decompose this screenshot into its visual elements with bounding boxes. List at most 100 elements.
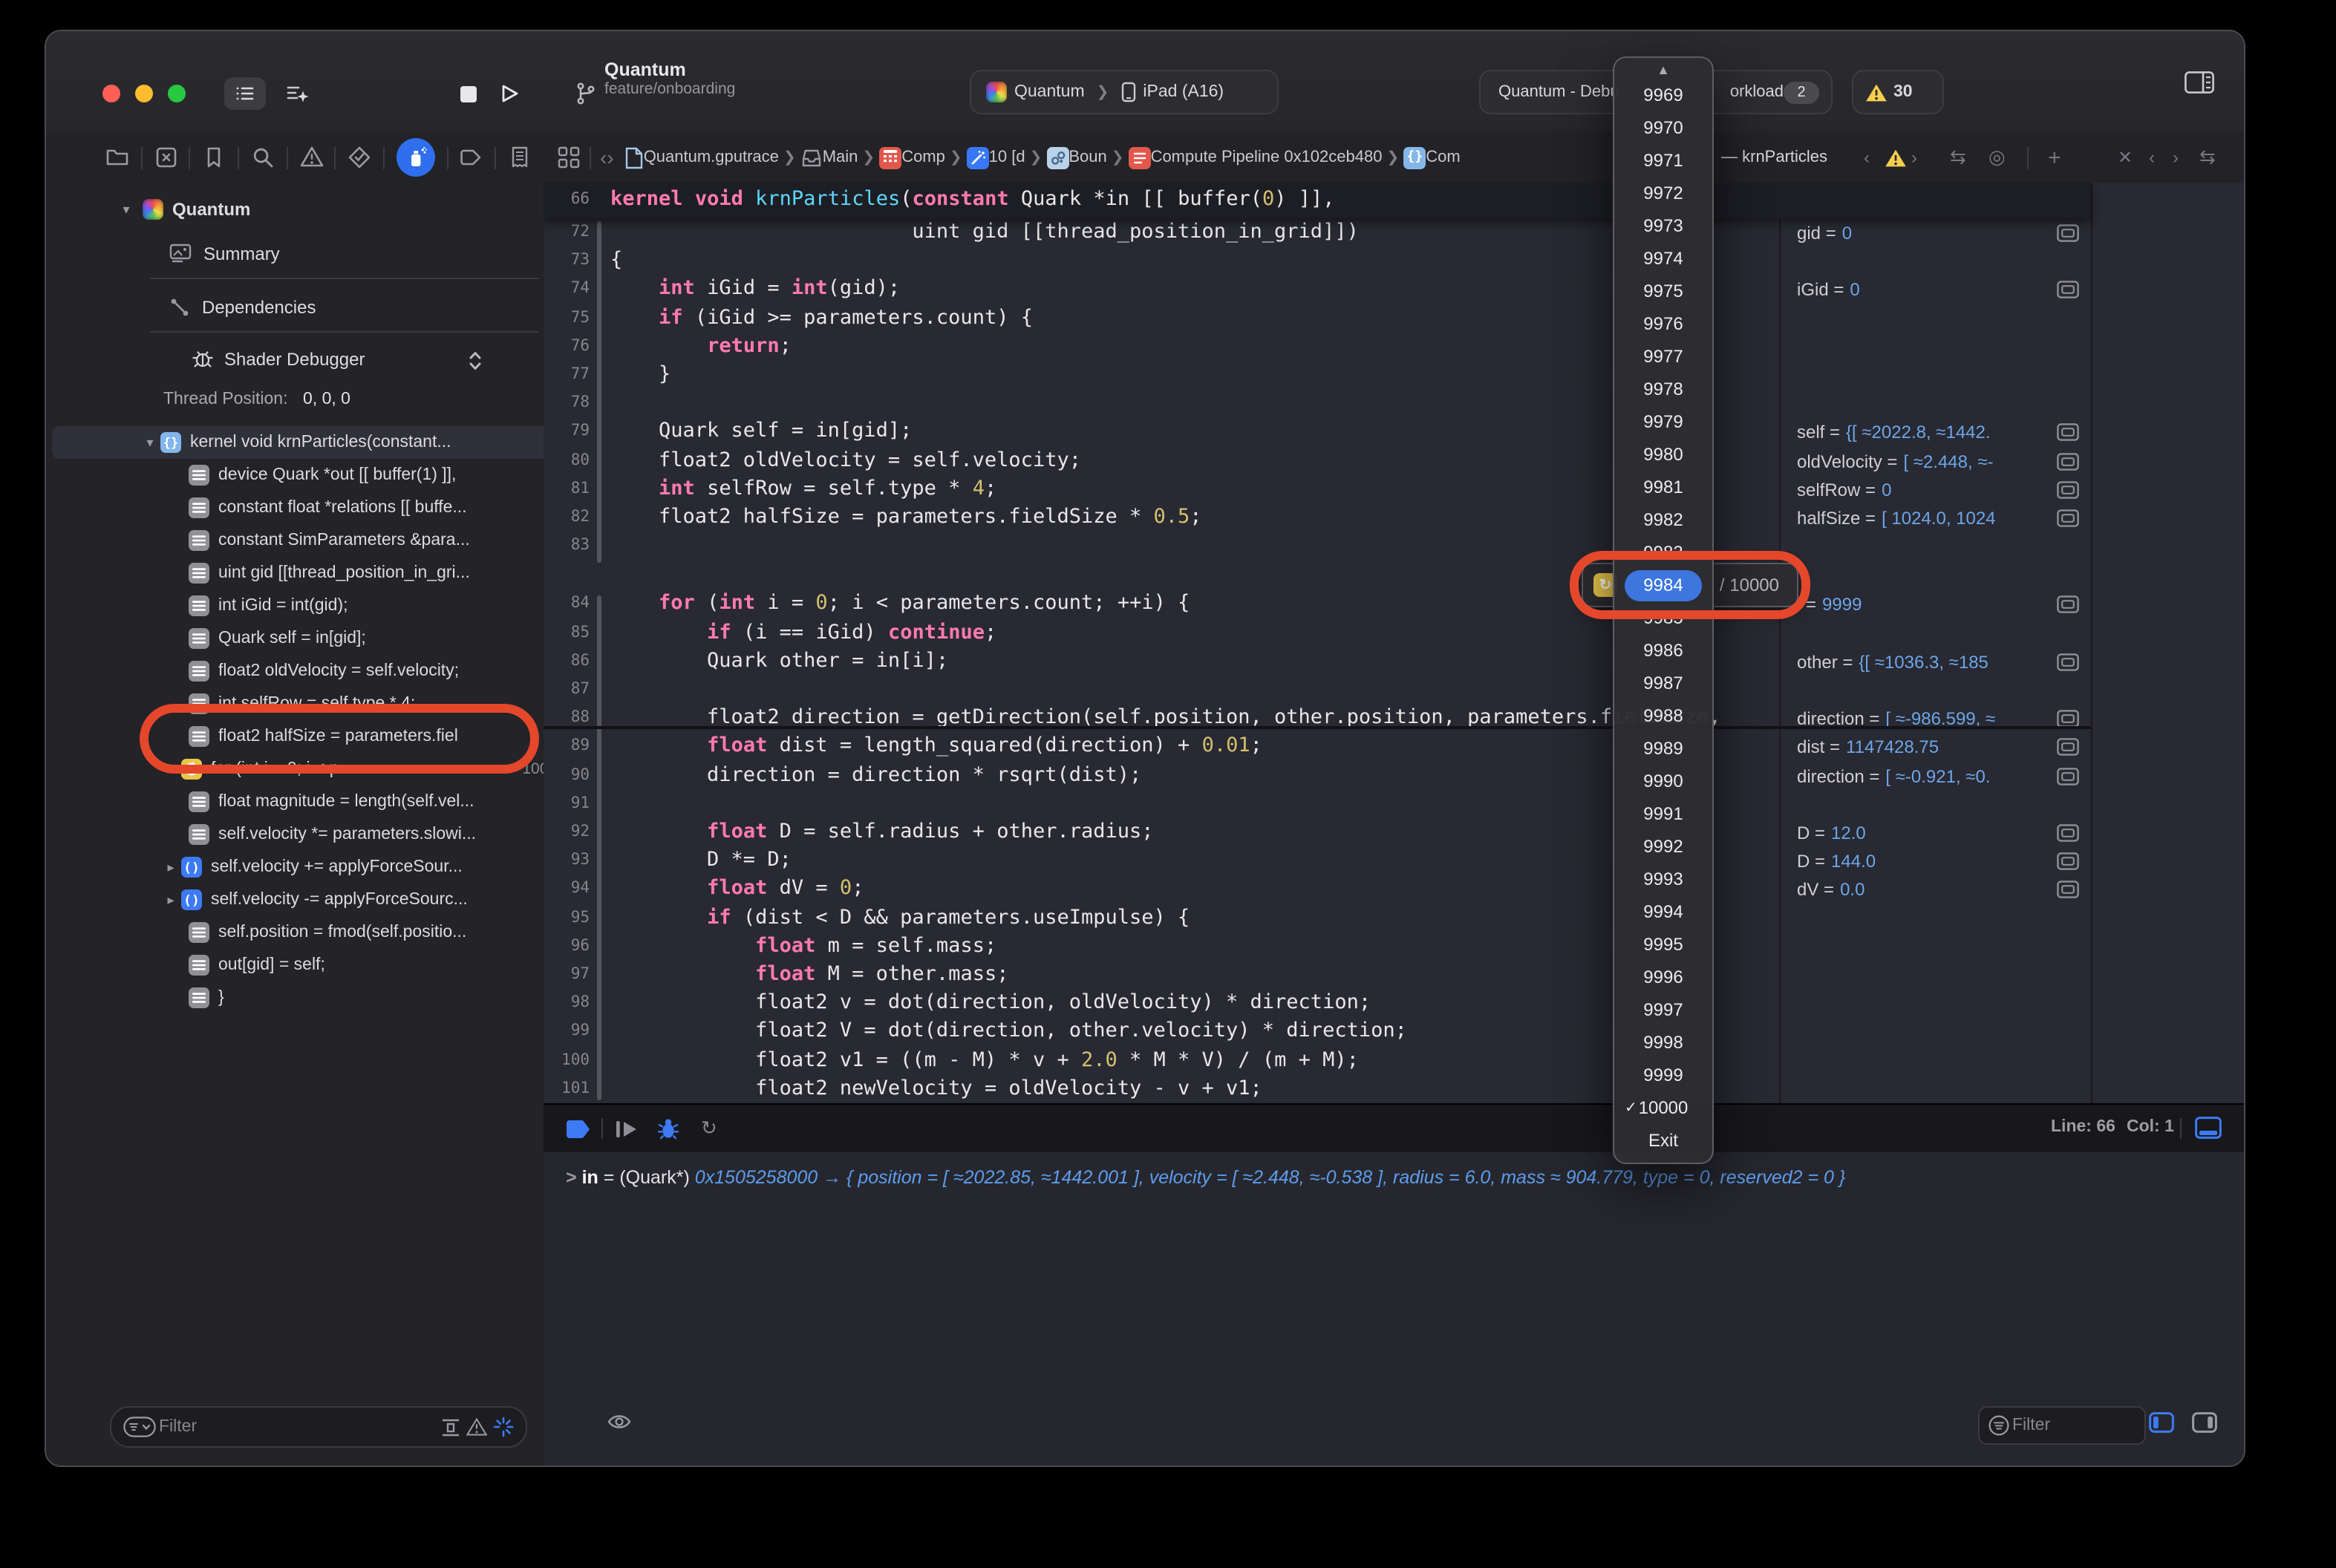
code-line[interactable]: 73{ <box>544 246 1779 275</box>
code-line[interactable]: 77 } <box>544 361 1779 389</box>
console-filter-input[interactable] <box>2009 1415 2114 1436</box>
zoom-window-button[interactable] <box>168 85 186 102</box>
line-number[interactable]: 100 <box>544 1051 590 1068</box>
variable-viewer-icon[interactable] <box>2057 710 2079 728</box>
line-number[interactable]: 82 <box>544 508 590 526</box>
code-line[interactable]: 98 float2 v = dot(direction, oldVelocity… <box>544 989 1779 1017</box>
code-line[interactable]: 87 <box>544 676 1779 704</box>
scheme-name[interactable]: Quantum <box>1014 83 1085 101</box>
line-number[interactable]: 95 <box>544 908 590 926</box>
editor-arrange-button[interactable] <box>278 77 316 110</box>
line-number[interactable]: 101 <box>544 1079 590 1097</box>
dropdown-item[interactable]: 9978 <box>1614 374 1712 405</box>
filter-warning-icon[interactable] <box>466 1418 487 1436</box>
line-number[interactable]: 74 <box>544 280 590 298</box>
dropdown-item[interactable]: 9981 <box>1614 472 1712 503</box>
dropdown-item[interactable]: ✓10000 <box>1614 1094 1712 1125</box>
code-line[interactable]: 80 float2 oldVelocity = self.velocity; <box>544 446 1779 474</box>
line-number[interactable]: 76 <box>544 337 590 355</box>
dropdown-item[interactable]: 9974 <box>1614 243 1712 274</box>
debug-console[interactable]: > in = (Quark*) 0x1505258000 → { positio… <box>544 1152 2244 1466</box>
code-line[interactable]: 66kernel void krnParticles(constant Quar… <box>544 186 2091 214</box>
variable-viewer-icon[interactable] <box>2057 767 2079 785</box>
dropdown-item[interactable]: 9977 <box>1614 341 1712 372</box>
variable-viewer-icon[interactable] <box>2057 481 2079 499</box>
test-navigator-tab[interactable] <box>348 146 371 169</box>
code-line[interactable]: 75 if (iGid >= parameters.count) { <box>544 304 1779 332</box>
project-row[interactable]: ▾ Quantum <box>119 199 250 220</box>
variable-row[interactable]: D =144.0 <box>1781 848 2092 875</box>
variable-viewer-icon[interactable] <box>2057 739 2079 757</box>
variable-row[interactable]: self ={[ ≈2022.8, ≈1442. <box>1781 419 2092 446</box>
variable-row[interactable]: other ={[ ≈1036.3, ≈185 <box>1781 649 2092 676</box>
line-number[interactable]: 78 <box>544 393 590 411</box>
line-number[interactable]: 94 <box>544 880 590 898</box>
console-left-pane-toggle[interactable] <box>2149 1412 2174 1433</box>
line-number[interactable]: 97 <box>544 965 590 983</box>
code-line[interactable]: 86 Quark other = in[i]; <box>544 647 1779 676</box>
line-number[interactable]: 73 <box>544 251 590 269</box>
line-number[interactable]: 72 <box>544 223 590 241</box>
code-line[interactable]: 91 <box>544 790 1779 818</box>
breadcrumb-shader[interactable]: Com <box>1426 148 1460 166</box>
code-line[interactable]: 82 float2 halfSize = parameters.fieldSiz… <box>544 503 1779 532</box>
code-line[interactable]: 92 float D = self.radius + other.radius; <box>544 818 1779 846</box>
next-issue-button[interactable]: › <box>1911 147 1917 168</box>
dropdown-item[interactable]: 9988 <box>1614 701 1712 732</box>
find-navigator-tab[interactable] <box>251 146 275 169</box>
editor-forward-button[interactable]: › <box>2173 147 2179 168</box>
debugger-mode-select[interactable]: Shader Debugger <box>192 347 365 370</box>
dropdown-item[interactable]: 9990 <box>1614 766 1712 797</box>
breadcrumb-bounds[interactable]: Boun <box>1069 148 1106 166</box>
variable-viewer-icon[interactable] <box>2057 281 2079 299</box>
issue-nav-warning-icon[interactable] <box>1885 148 1907 168</box>
console-variable-line[interactable]: > in = (Quark*) 0x1505258000 → { positio… <box>566 1167 1845 1188</box>
breadcrumb-group[interactable]: Main <box>823 148 858 166</box>
shader-debugger-navigator-tab[interactable] <box>397 138 435 177</box>
chevron-up-down-icon[interactable] <box>468 350 483 371</box>
variable-viewer-icon[interactable] <box>2057 824 2079 842</box>
scroll-up-icon[interactable]: ▲ <box>1614 62 1712 77</box>
variable-viewer-icon[interactable] <box>2057 452 2079 470</box>
line-number[interactable]: 84 <box>544 595 590 612</box>
line-number[interactable]: 87 <box>544 680 590 698</box>
dropdown-item[interactable]: 9993 <box>1614 864 1712 895</box>
console-toggle-icon[interactable] <box>2195 1117 2222 1139</box>
variable-row[interactable]: oldVelocity =[ ≈2.448, ≈- <box>1781 448 2092 474</box>
dropdown-item[interactable]: 9996 <box>1614 963 1712 994</box>
code-line[interactable]: 94 float dV = 0; <box>544 875 1779 904</box>
line-number[interactable]: 85 <box>544 623 590 641</box>
line-number[interactable]: 92 <box>544 823 590 840</box>
line-number[interactable]: 75 <box>544 308 590 326</box>
line-number[interactable]: 93 <box>544 851 590 869</box>
code-line[interactable]: 89 float dist = length_squared(direction… <box>544 733 1779 761</box>
variable-row[interactable]: direction =[ ≈-0.921, ≈0. <box>1781 762 2092 789</box>
prev-issue-button[interactable]: ‹ <box>1864 147 1870 168</box>
reload-icon[interactable]: ↻ <box>701 1117 717 1140</box>
tag-navigator-tab[interactable] <box>460 146 483 169</box>
dropdown-item[interactable]: 9998 <box>1614 1028 1712 1059</box>
capture-navigator-tab[interactable] <box>154 146 177 169</box>
dropdown-item[interactable]: 9989 <box>1614 734 1712 765</box>
code-line[interactable]: 101 float2 newVelocity = oldVelocity - v… <box>544 1075 1779 1103</box>
dropdown-item[interactable]: 9986 <box>1614 636 1712 667</box>
disclosure-icon[interactable]: ▸ <box>163 892 178 908</box>
forward-button[interactable]: › <box>607 146 613 169</box>
line-number[interactable]: 99 <box>544 1022 590 1040</box>
variable-viewer-icon[interactable] <box>2057 509 2079 527</box>
issue-navigator-tab[interactable] <box>299 146 323 169</box>
dropdown-item[interactable]: Exit <box>1614 1126 1712 1157</box>
code-line[interactable]: 93 D *= D; <box>544 846 1779 875</box>
disclosure-icon[interactable]: ▾ <box>143 434 157 451</box>
editor-swap-icon[interactable]: ⇆ <box>2199 146 2216 169</box>
gpu-capture-icon[interactable] <box>493 1417 514 1437</box>
dropdown-item[interactable]: 9991 <box>1614 799 1712 830</box>
line-number[interactable]: 80 <box>544 451 590 468</box>
code-line[interactable]: 97 float M = other.mass; <box>544 961 1779 989</box>
editor-split-divider[interactable] <box>2091 183 2092 1103</box>
disclosure-chevron[interactable]: > <box>566 1167 577 1188</box>
code-line[interactable]: 72 uint gid [[thread_position_in_grid]]) <box>544 218 1779 246</box>
code-review-icon[interactable]: ◎ <box>1988 146 2006 169</box>
variable-row[interactable]: D =12.0 <box>1781 820 2092 846</box>
warnings-button[interactable]: 30 <box>1852 70 1944 114</box>
